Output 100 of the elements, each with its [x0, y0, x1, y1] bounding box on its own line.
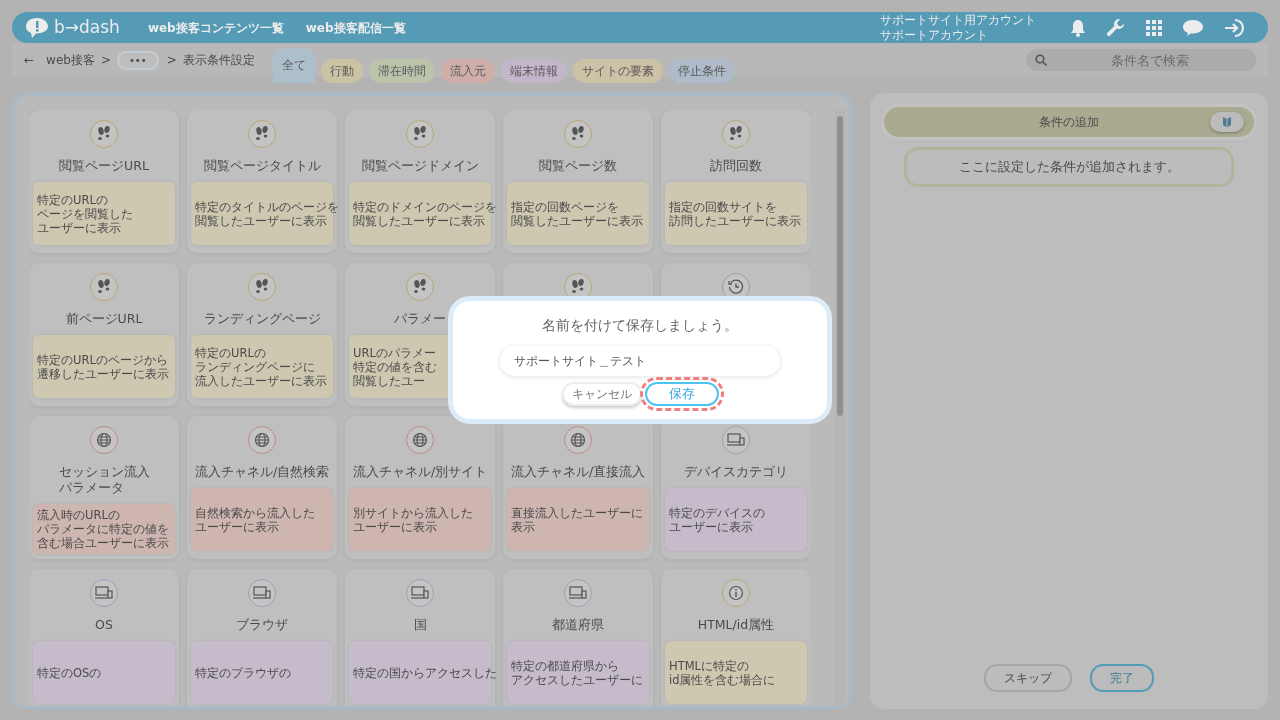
condition-title: パラメータ — [58, 480, 124, 496]
description-line: ユーザーに表示 — [195, 519, 279, 534]
info-icon — [728, 585, 744, 601]
scrollbar[interactable] — [835, 110, 845, 706]
condition-card[interactable]: 訪問回数 指定の回数サイトを 訪問したユーザーに表示 — [661, 110, 811, 253]
condition-card[interactable]: 都道府県 特定の都道府県から アクセスしたユーザーに — [503, 569, 653, 706]
condition-title: パラメー — [394, 311, 446, 327]
description-line: 指定の回数サイトを — [669, 199, 777, 214]
description-line: ページを閲覧した — [37, 206, 133, 221]
description-line: 別サイトから流入した — [353, 505, 473, 520]
footprints-icon — [570, 126, 586, 142]
description-line: アクセスしたユーザーに — [511, 672, 643, 687]
condition-card[interactable]: HTML/id属性 HTMLに特定の id属性を含む場合に — [661, 569, 811, 706]
done-button[interactable]: 完了 — [1090, 664, 1154, 692]
more-button[interactable]: ••• — [116, 50, 159, 70]
filter-tab[interactable]: 行動 — [320, 58, 363, 83]
globe-icon — [254, 432, 270, 448]
condition-title: 前ページURL — [65, 311, 143, 327]
description-line: 特定のURLの — [195, 345, 266, 360]
description-line: 閲覧したユーザーに表示 — [195, 213, 327, 228]
description-line: URLのパラメー — [353, 345, 436, 360]
devices-icon — [411, 586, 429, 600]
condition-card[interactable]: 閲覧ページURL 特定のURLの ページを閲覧した ユーザーに表示 — [29, 110, 179, 253]
condition-title: 流入チャネル/別サイト — [352, 464, 488, 480]
condition-card[interactable]: ランディングページ 特定のURLの ランディングページに 流入したユーザーに表示 — [187, 263, 337, 406]
back-arrow[interactable]: ← — [24, 51, 35, 69]
footprints-icon — [96, 279, 112, 295]
dialog-title: 名前を付けて保存しましょう。 — [542, 316, 738, 335]
description-line: 表示 — [511, 519, 535, 534]
search-field[interactable]: 条件名で検索 — [1026, 49, 1256, 71]
footprints-icon — [254, 279, 270, 295]
description-line: ランディングページに — [195, 359, 315, 374]
description-line: ユーザーに表示 — [353, 519, 437, 534]
account-name: サポートサイト用アカウント — [880, 12, 1036, 28]
breadcrumb-separator: > — [100, 52, 111, 69]
description-line: 閲覧したユーザーに表示 — [511, 213, 643, 228]
account-name: サポートアカウント — [880, 27, 989, 43]
description-line: 訪問したユーザーに表示 — [669, 213, 801, 228]
description-line: 自然検索から流入した — [195, 505, 315, 520]
empty-conditions-message: ここに設定した条件が追加されます。 — [904, 147, 1234, 187]
name-input-field[interactable]: サポートサイト＿テスト — [500, 346, 780, 376]
condition-title: セッション流入 — [58, 464, 150, 480]
devices-icon — [95, 586, 113, 600]
condition-title: 国 — [413, 617, 427, 633]
condition-card[interactable]: 閲覧ページ数 指定の回数ページを 閲覧したユーザーに表示 — [503, 110, 653, 253]
description-line: 特定の都道府県から — [511, 658, 619, 673]
description-line: ユーザーに表示 — [37, 220, 121, 235]
footprints-icon — [412, 279, 428, 295]
condition-title: 閲覧ページ数 — [539, 158, 617, 174]
description-line: 指定の回数ページを — [511, 199, 619, 214]
devices-icon — [253, 586, 271, 600]
condition-card[interactable]: ブラウザ 特定のブラウザの — [187, 569, 337, 706]
condition-card[interactable]: 閲覧ページタイトル 特定のタイトルのページを 閲覧したユーザーに表示 — [187, 110, 337, 253]
breadcrumb-separator: > — [166, 52, 177, 69]
condition-card[interactable]: 国 特定の国からアクセスした — [345, 569, 495, 706]
condition-title: 閲覧ページURL — [59, 158, 149, 174]
skip-button[interactable]: スキップ — [984, 664, 1072, 692]
condition-title: ブラウザ — [236, 617, 288, 633]
footprints-icon — [96, 126, 112, 142]
condition-title: ランディングページ — [203, 311, 321, 327]
footprints-icon — [728, 126, 744, 142]
footprints-icon — [254, 126, 270, 142]
filter-tab[interactable]: 全て — [272, 47, 315, 83]
filter-tab[interactable]: サイトの要素 — [572, 58, 663, 83]
add-condition-title: 条件の追加 — [1039, 114, 1099, 131]
description-line: id属性を含む場合に — [669, 672, 776, 687]
filter-tab[interactable]: 滞在時間 — [368, 58, 435, 83]
wrench-icon[interactable] — [1106, 17, 1126, 38]
condition-card[interactable]: 閲覧ページドメイン 特定のドメインのページを 閲覧したユーザーに表示 — [345, 110, 495, 253]
nav-link-item[interactable]: web接客コンテンツ一覧 — [147, 18, 284, 37]
description-line: 特定のOSの — [37, 665, 102, 680]
description-line: 特定の国からアクセスした — [353, 665, 497, 680]
speech-bubble-icon[interactable] — [1182, 18, 1204, 37]
filter-tab[interactable]: 流入元 — [440, 58, 495, 83]
condition-card[interactable]: 流入チャネル/自然検索 自然検索から流入した ユーザーに表示 — [187, 416, 337, 559]
search-icon — [1035, 54, 1047, 66]
logo-text: b→dash — [54, 15, 120, 39]
condition-card[interactable]: 前ページURL 特定のURLのページから 遷移したユーザーに表示 — [29, 263, 179, 406]
filter-tab[interactable]: 停止条件 — [668, 58, 735, 83]
condition-title: 流入チャネル/自然検索 — [194, 464, 330, 480]
description-line: 遷移したユーザーに表示 — [37, 366, 169, 381]
nav-link-item[interactable]: web接客配信一覧 — [305, 18, 406, 37]
beginner-mark-button[interactable] — [1210, 112, 1244, 132]
condition-title: 閲覧ページドメイン — [361, 158, 479, 174]
condition-card[interactable]: セッション流入 パラメータ 流入時のURLの パラメータに特定の値を 含む場合ユーザーに表示 — [29, 416, 179, 559]
grid-icon[interactable] — [1146, 19, 1162, 36]
description-line: 特定のブラウザの — [195, 665, 291, 680]
condition-title: 都道府県 — [552, 617, 604, 633]
condition-card[interactable]: 流入チャネル/別サイト 別サイトから流入した ユーザーに表示 — [345, 416, 495, 559]
globe-icon — [412, 432, 428, 448]
footprints-icon — [570, 279, 586, 295]
sign-in-icon[interactable] — [1224, 17, 1246, 38]
condition-card[interactable]: OS 特定のOSの — [29, 569, 179, 706]
devices-icon — [569, 586, 587, 600]
bell-icon[interactable] — [1070, 18, 1086, 37]
filter-tab[interactable]: 端末情報 — [500, 58, 567, 83]
globe-icon — [96, 432, 112, 448]
breadcrumb-item[interactable]: web接客 — [46, 51, 95, 69]
cancel-button[interactable]: キャンセル — [561, 382, 642, 406]
description-line: 閲覧したユー — [353, 373, 425, 388]
